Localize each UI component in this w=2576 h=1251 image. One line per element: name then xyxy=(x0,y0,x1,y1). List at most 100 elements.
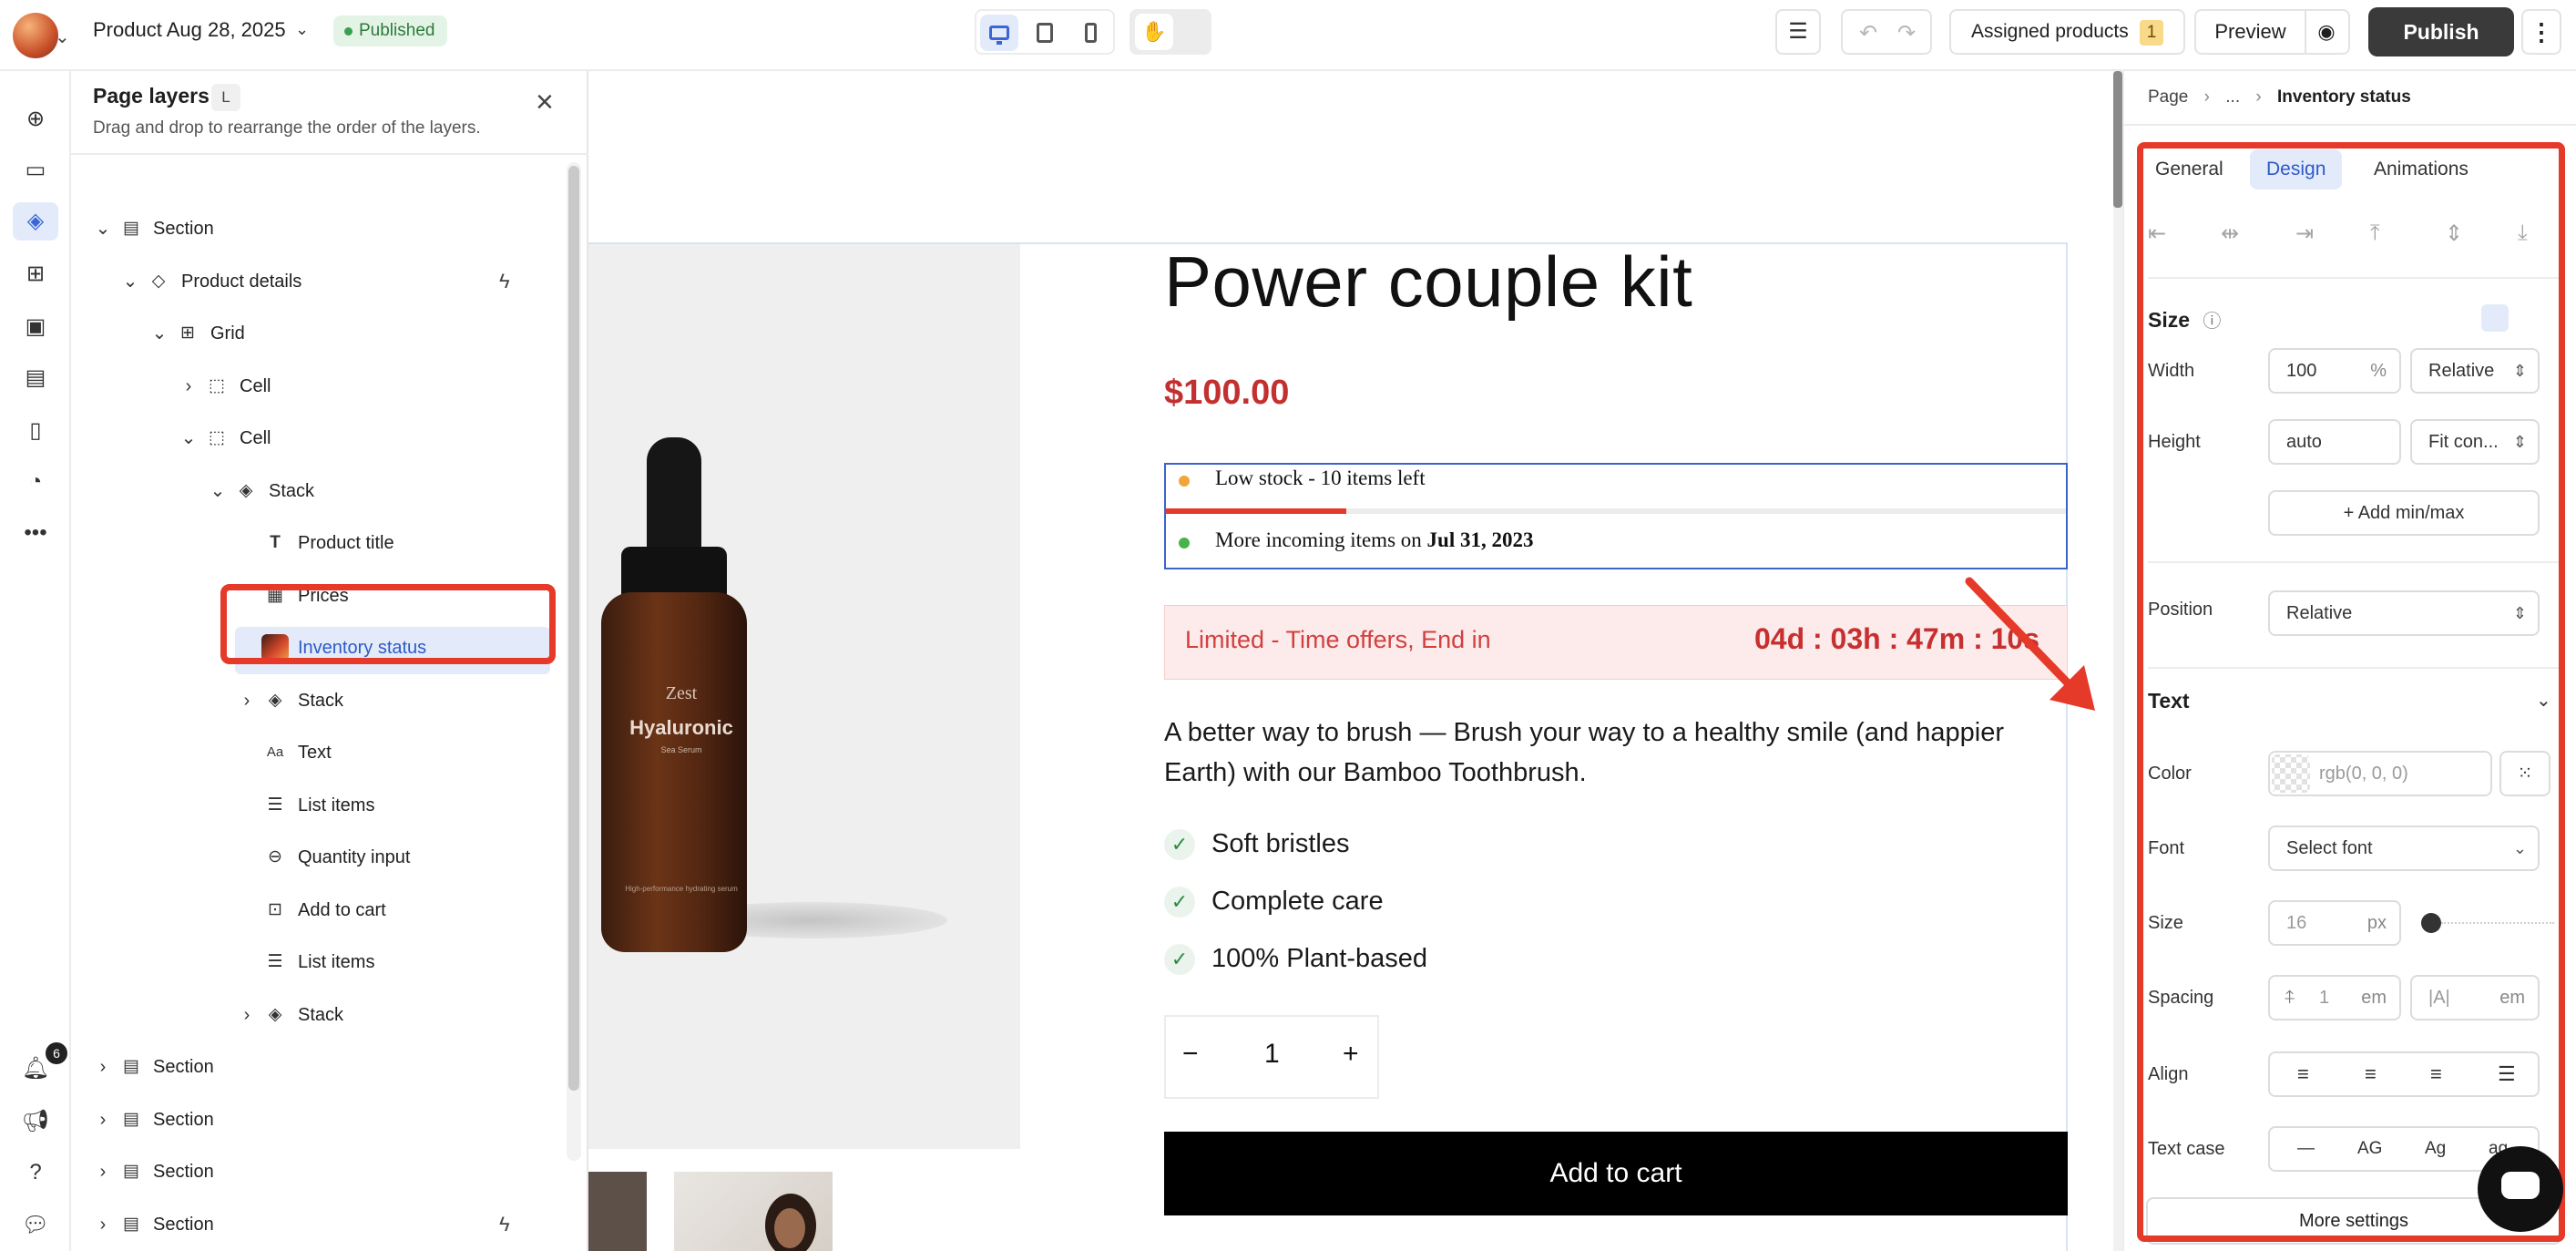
countdown-timer[interactable]: Limited - Time offers, End in 04d : 03h … xyxy=(1164,605,2068,680)
chevron-down-icon[interactable]: ⌄ xyxy=(210,467,226,516)
inventory-status-block[interactable]: Low stock - 10 items left More incoming … xyxy=(1164,463,2068,569)
divider xyxy=(2124,124,2576,126)
chevron-right-icon[interactable]: › xyxy=(239,676,255,725)
bottle-subtitle: Sea Serum xyxy=(660,745,702,754)
layer-item[interactable]: › ▤ Section xyxy=(71,1147,563,1196)
chevron-down-icon[interactable]: ⌄ xyxy=(180,414,197,463)
layer-item[interactable]: ⊡ Add to cart xyxy=(71,886,563,935)
notifications-icon[interactable]: 🔔︎ 6 xyxy=(13,1042,67,1088)
notification-badge: 6 xyxy=(46,1042,67,1064)
chevron-right-icon[interactable]: › xyxy=(95,1095,111,1144)
theme-icon[interactable]: ▣ xyxy=(13,308,58,346)
store-logo[interactable] xyxy=(13,13,58,58)
add-element-icon[interactable]: ⊕ xyxy=(13,100,58,138)
decrement-button[interactable]: − xyxy=(1182,1039,1199,1070)
chevron-right-icon[interactable]: › xyxy=(95,1147,111,1196)
layer-item[interactable]: ⌄ ⊞ Grid xyxy=(71,309,563,358)
chevron-right-icon[interactable]: › xyxy=(95,1200,111,1249)
layer-item[interactable]: ⌄ ◈ Stack xyxy=(71,467,563,516)
support-chat-button[interactable] xyxy=(2478,1146,2563,1232)
mobile-view-button[interactable] xyxy=(1071,15,1109,51)
increment-button[interactable]: + xyxy=(1343,1039,1359,1070)
product-price[interactable]: $100.00 xyxy=(1164,374,1289,413)
layer-item[interactable]: › ▤ Section ϟ xyxy=(71,1200,563,1249)
product-thumbnail[interactable] xyxy=(588,1172,647,1251)
layer-item[interactable]: › ▤ Section xyxy=(71,1042,563,1092)
feature-item[interactable]: ✓ Complete care xyxy=(1164,887,1384,918)
layer-item[interactable]: ⌄ ⬚ Cell xyxy=(71,414,563,463)
close-icon[interactable]: × xyxy=(536,84,554,120)
assigned-count-badge: 1 xyxy=(2139,20,2164,46)
quantity-stepper[interactable]: − 1 + xyxy=(1164,1015,1379,1099)
layer-item[interactable]: ☰ List items xyxy=(71,781,563,830)
layer-item[interactable]: › ◈ Stack xyxy=(71,676,563,725)
breadcrumb-mid[interactable]: ... xyxy=(2225,87,2240,107)
layer-item[interactable]: › ⬚ Cell xyxy=(71,362,563,411)
layer-item[interactable]: ⊖ Quantity input xyxy=(71,833,563,882)
annotation-highlight xyxy=(220,584,556,664)
canvas-scroll-thumb[interactable] xyxy=(2113,71,2122,208)
help-icon[interactable]: ? xyxy=(13,1154,58,1192)
layer-item[interactable]: ☰ List items xyxy=(71,938,563,987)
low-stock-dot xyxy=(1179,476,1190,487)
chevron-right-icon[interactable]: › xyxy=(95,1042,111,1092)
product-description[interactable]: A better way to brush — Brush your way t… xyxy=(1164,713,2057,793)
breadcrumb-root[interactable]: Page xyxy=(2148,87,2188,107)
chevron-down-icon[interactable]: ⌄ xyxy=(151,309,168,358)
pages-icon[interactable]: ▯ xyxy=(13,412,58,450)
preview-eye-button[interactable]: ◉ xyxy=(2305,9,2350,55)
stack-icon: ◈ xyxy=(268,1005,282,1024)
chevron-right-icon[interactable]: › xyxy=(180,362,197,411)
layers-scroll-thumb[interactable] xyxy=(568,166,579,1091)
product-title[interactable]: Power couple kit xyxy=(1164,241,1692,323)
chevron-right-icon: › xyxy=(2203,87,2210,107)
layer-item[interactable]: › ▤ Section xyxy=(71,1095,563,1144)
publish-button[interactable]: Publish xyxy=(2368,7,2514,56)
preview-button[interactable]: Preview xyxy=(2194,9,2306,55)
lightning-icon[interactable]: ϟ xyxy=(499,1200,510,1249)
desktop-view-button[interactable] xyxy=(980,15,1018,51)
incoming-date: Jul 31, 2023 xyxy=(1426,528,1534,551)
layer-label: Grid xyxy=(210,323,245,344)
layer-label: Product title xyxy=(298,533,394,553)
redo-icon[interactable]: ↷ xyxy=(1897,20,1916,46)
lightning-icon[interactable]: ϟ xyxy=(499,257,510,306)
templates-icon[interactable]: ▭ xyxy=(13,151,58,190)
sections-icon[interactable]: ▤ xyxy=(13,359,58,397)
bottle-name: Hyaluronic xyxy=(629,716,733,739)
cell-icon: ⬚ xyxy=(209,428,225,447)
megaphone-icon[interactable]: 📢︎ xyxy=(13,1102,58,1141)
tablet-view-button[interactable] xyxy=(1026,15,1064,51)
layer-item[interactable]: Aa Text xyxy=(71,728,563,777)
chevron-right-icon[interactable]: › xyxy=(239,990,255,1040)
add-to-cart-button[interactable]: Add to cart xyxy=(1164,1132,2068,1215)
feature-item[interactable]: ✓ 100% Plant-based xyxy=(1164,944,1427,976)
section-icon: ▤ xyxy=(123,219,139,238)
chevron-down-icon[interactable]: ⌄ xyxy=(122,257,138,306)
more-options-button[interactable]: ⋮ xyxy=(2521,9,2561,55)
product-thumbnail[interactable] xyxy=(674,1172,833,1251)
layer-label: Text xyxy=(298,743,332,763)
assigned-products-button[interactable]: Assigned products 1 xyxy=(1949,9,2186,55)
bottle-dropper xyxy=(647,437,701,556)
speed-icon[interactable]: ◔ xyxy=(13,463,58,501)
canvas-scrollbar[interactable] xyxy=(2113,71,2122,1251)
feature-item[interactable]: ✓ Soft bristles xyxy=(1164,829,1350,861)
page-title[interactable]: Product Aug 28, 2025 xyxy=(93,18,286,42)
quantity-value[interactable]: 1 xyxy=(1264,1039,1280,1070)
chevron-down-icon[interactable]: ⌄ xyxy=(295,20,309,39)
chevron-down-icon[interactable]: ⌄ xyxy=(55,26,70,48)
chevron-down-icon[interactable]: ⌄ xyxy=(95,204,111,253)
layers-icon[interactable]: ◈ xyxy=(13,202,58,241)
apps-icon[interactable]: ⊞ xyxy=(13,255,58,293)
more-icon[interactable]: ••• xyxy=(13,514,58,552)
layer-item[interactable]: ⌄ ◇ Product details ϟ xyxy=(71,257,563,306)
layer-item[interactable]: ⌄ ▤ Section xyxy=(71,204,563,253)
chat-icon[interactable]: 💬︎ xyxy=(13,1206,58,1245)
settings-sliders-button[interactable]: ☰ xyxy=(1775,9,1821,55)
layer-item[interactable]: T Product title xyxy=(71,518,563,568)
layer-item[interactable]: › ◈ Stack xyxy=(71,990,563,1040)
layer-label: Section xyxy=(153,1110,214,1130)
hand-tool-button[interactable]: ✋ xyxy=(1135,14,1173,50)
undo-icon[interactable]: ↶ xyxy=(1859,20,1877,46)
